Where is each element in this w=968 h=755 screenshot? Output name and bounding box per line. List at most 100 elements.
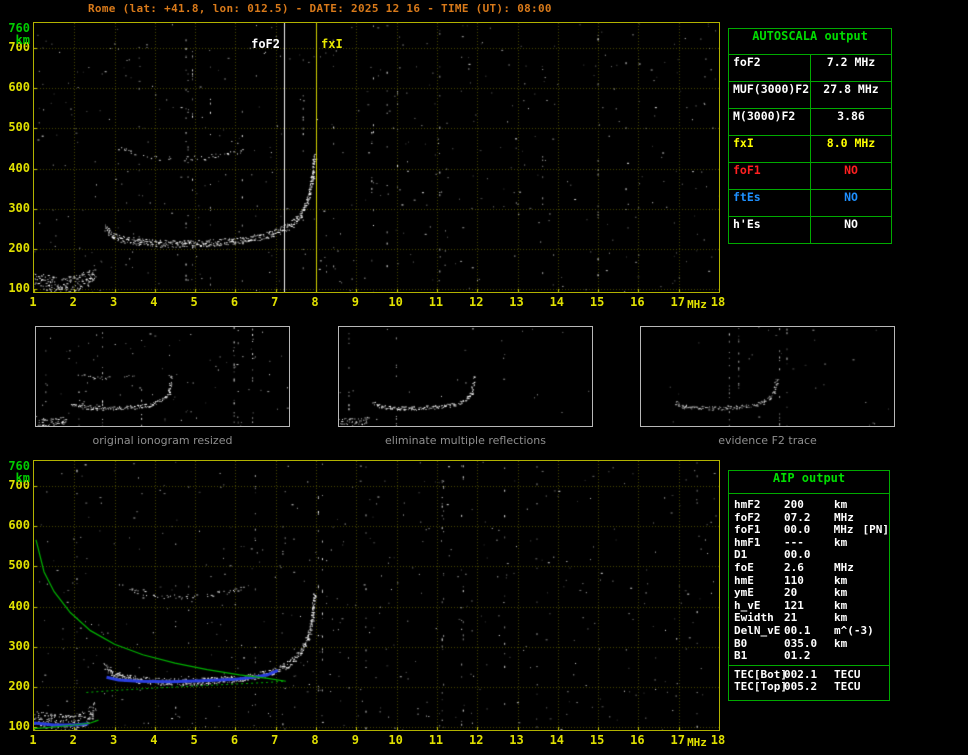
aip-param-unit: km — [834, 586, 848, 600]
aip-param-name: foE — [734, 560, 754, 574]
aip-param-name: B0 — [734, 636, 748, 650]
autoscala-row-label: foF2 — [729, 55, 811, 81]
aip-row-foE: foE 2.6 MHz — [729, 561, 889, 574]
x-tick-label: 3 — [109, 295, 118, 309]
aip-param-unit: km — [834, 498, 848, 511]
x-axis-unit-label: MHz — [687, 298, 707, 311]
aip-param-unit: km — [834, 535, 848, 549]
aip-param-value: 200 — [784, 498, 804, 511]
autoscala-row-value: 8.0 MHz — [826, 136, 876, 150]
autoscala-row-fxI: fxI 8.0 MHz — [729, 136, 891, 163]
thumbnail-caption: original ionogram resized — [92, 434, 233, 447]
aip-row-hmF1: hmF1 --- km — [729, 536, 889, 549]
fxI-marker-label: fxI — [321, 37, 343, 51]
ionogram-plot-profile — [33, 460, 720, 731]
x-tick-label: 13 — [509, 295, 524, 309]
aip-param-note — [863, 599, 889, 612]
aip-param-value: 005.2 — [784, 680, 818, 694]
autoscala-row-value: NO — [844, 217, 858, 231]
aip-param-name: TEC[Bot] — [734, 667, 787, 681]
aip-param-value: 21 — [784, 611, 798, 625]
aip-param-name: hmE — [734, 573, 754, 587]
thumbnail-evidence-f2-trace — [640, 326, 895, 427]
aip-param-unit: km — [834, 598, 848, 612]
x-tick-label: 12 — [469, 295, 484, 309]
x-tick-label: 10 — [388, 733, 403, 747]
aip-row-Ewidth: Ewidth 21 km — [729, 611, 889, 624]
aip-row-DelN_vE: DelN_vE 00.1 m^(-3) — [729, 624, 889, 637]
y-tick-label: 400 — [8, 598, 30, 613]
aip-param-name: TEC[Top] — [734, 680, 787, 694]
x-tick-label: 6 — [230, 295, 239, 309]
aip-param-unit — [834, 649, 863, 662]
x-tick-label: 5 — [190, 733, 198, 747]
x-tick-label: 13 — [509, 733, 524, 747]
aip-param-note — [863, 637, 889, 650]
thumbnail-original-ionogram — [35, 326, 290, 427]
y-tick-label: 100 — [8, 281, 30, 295]
autoscala-row-label: h'Es — [729, 217, 811, 243]
x-axis-unit-label: MHz — [687, 736, 707, 749]
autoscala-row-value: NO — [844, 163, 858, 177]
autoscala-row-hEs: h'Es NO — [729, 217, 891, 243]
autoscala-row-label: foF1 — [729, 163, 811, 189]
autoscala-row-label: M(3000)F2 — [729, 109, 811, 135]
autoscala-row-muf3000f2: MUF(3000)F2 27.8 MHz — [729, 82, 891, 109]
autoscala-row-value: 27.8 MHz — [823, 82, 879, 96]
aip-row-B0: B0 035.0 km — [729, 637, 889, 650]
y-tick-label: 200 — [8, 240, 30, 255]
aip-param-note — [863, 536, 889, 549]
autoscala-row-label: MUF(3000)F2 — [729, 82, 811, 108]
ionogram-plot-measured: foF2 fxI — [33, 22, 720, 293]
y-tick-label: 600 — [8, 80, 30, 95]
aip-param-unit: TECU — [834, 680, 861, 694]
aip-param-note — [863, 561, 889, 574]
thumbnail-caption: evidence F2 trace — [718, 434, 817, 447]
y-axis-unit-label: km — [15, 471, 30, 485]
aip-param-value: 01.2 — [784, 649, 811, 663]
aip-param-note — [863, 511, 889, 524]
autoscala-row-value: 3.86 — [837, 109, 865, 123]
aip-row-TEC-top: TEC[Top] 005.2 TECU — [729, 680, 889, 693]
x-tick-label: 11 — [428, 733, 444, 747]
aip-param-value: --- — [784, 535, 804, 549]
ionogram-canvas-measured — [34, 23, 719, 292]
y-tick-label: 300 — [8, 638, 30, 653]
x-tick-label: 2 — [69, 295, 77, 309]
aip-param-value: 20 — [784, 586, 798, 600]
aip-param-name: D1 — [734, 548, 748, 562]
aip-row-B1: B1 01.2 — [729, 649, 889, 662]
thumbnail-eliminate-reflections — [338, 326, 593, 427]
aip-param-note — [863, 498, 889, 511]
x-tick-label: 8 — [311, 295, 319, 309]
aip-param-value: 2.6 — [784, 560, 804, 574]
aip-param-name: B1 — [734, 649, 748, 663]
autoscala-row-foF2: foF2 7.2 MHz — [729, 55, 891, 82]
aip-param-value: 035.0 — [784, 636, 818, 650]
aip-param-name: DelN_vE — [734, 623, 781, 637]
aip-param-unit: MHz — [834, 510, 854, 524]
aip-param-value: 110 — [784, 573, 804, 587]
x-tick-label: 7 — [271, 295, 279, 309]
aip-param-unit: MHz — [834, 560, 854, 574]
autoscala-row-m3000f2: M(3000)F2 3.86 — [729, 109, 891, 136]
x-tick-label: 3 — [109, 733, 118, 747]
aip-param-unit: km — [834, 636, 848, 650]
autoscala-table-title: AUTOSCALA output — [729, 29, 891, 55]
x-tick-label: 14 — [549, 733, 565, 747]
autoscala-row-value: NO — [844, 190, 858, 204]
foF2-marker-label: foF2 — [251, 37, 280, 51]
x-tick-label: 16 — [630, 733, 645, 747]
y-tick-label: 200 — [8, 678, 30, 693]
aip-param-value: 00.1 — [784, 623, 811, 637]
aip-param-unit: TECU — [834, 667, 861, 681]
aip-param-name: hmF1 — [734, 535, 761, 549]
y-tick-label: 500 — [8, 558, 30, 573]
aip-row-hmF2: hmF2 200 km — [729, 498, 889, 511]
x-tick-label: 15 — [589, 733, 605, 747]
x-tick-label: 11 — [428, 295, 444, 309]
x-tick-label: 16 — [630, 295, 645, 309]
x-tick-label: 14 — [549, 295, 565, 309]
autoscala-output-table: AUTOSCALA output foF2 7.2 MHz MUF(3000)F… — [728, 28, 892, 244]
x-tick-label: 5 — [190, 295, 198, 309]
